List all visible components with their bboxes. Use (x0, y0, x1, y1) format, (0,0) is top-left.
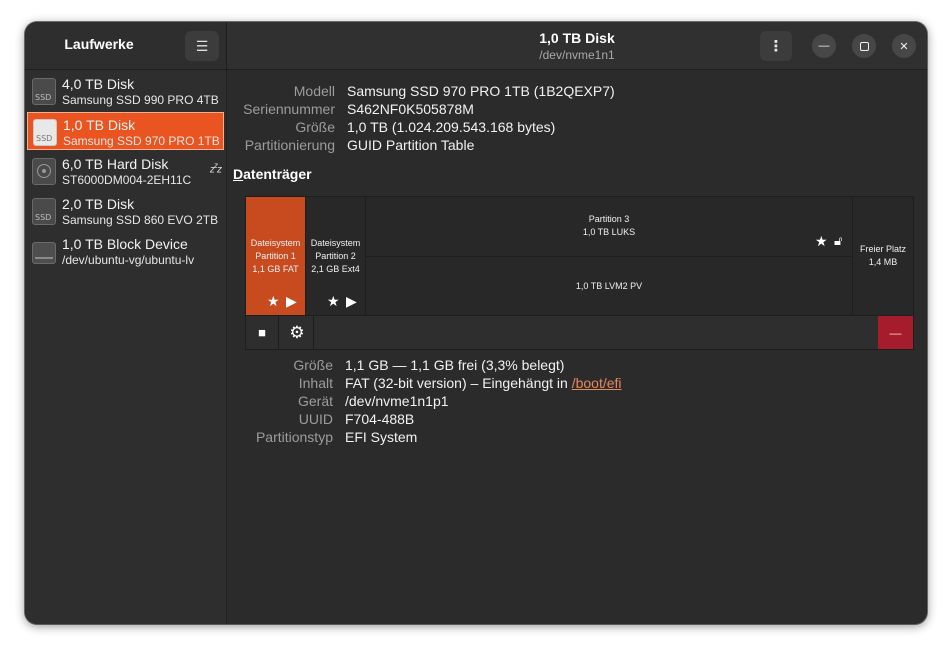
stop-icon: ■ (258, 325, 266, 340)
ssd-icon: SSD (32, 198, 56, 225)
model-value: Samsung SSD 970 PRO 1TB (1B2QEXP7) (347, 83, 615, 99)
disks-window: Laufwerke ☰ 1,0 TB Disk /dev/nvme1n1 ⋮ —… (25, 22, 927, 624)
device-item-4tb-disk[interactable]: SSD 4,0 TB Disk Samsung SSD 990 PRO 4TB (27, 72, 224, 110)
disk-menu-button[interactable]: ⋮ (760, 31, 792, 61)
device-name: 1,0 TB Disk (63, 117, 136, 133)
device-model: ST6000DM004-2EH11C (62, 173, 192, 187)
sleep-icon: zzz (209, 160, 222, 176)
serial-value: S462NF0K505878M (347, 101, 474, 117)
partition-size-value: 1,1 GB — 1,1 GB frei (3,3% belegt) (345, 357, 565, 373)
partition-toolbar: ■ ⚙ — (246, 315, 913, 349)
mount-point-link[interactable]: /boot/efi (572, 375, 622, 391)
device-item-1tb-disk[interactable]: SSD 1,0 TB Disk Samsung SSD 970 PRO 1TB (27, 112, 224, 150)
maximize-icon (859, 41, 869, 51)
minimize-button[interactable]: — (812, 34, 836, 58)
main-menu-button[interactable]: ☰ (185, 31, 219, 61)
lock-icon: 🔓︎ (834, 233, 843, 248)
device-name: 1,0 TB Block Device (62, 236, 188, 252)
volumes-heading: Datenträger (233, 166, 312, 182)
content-value: FAT (32-bit version) – Eingehängt in /bo… (345, 375, 622, 391)
device-model: Samsung SSD 970 PRO 1TB (63, 134, 220, 148)
star-icon: ★ (267, 293, 280, 309)
close-icon: ✕ (899, 40, 909, 53)
unmount-button[interactable]: ■ (246, 316, 279, 349)
device-model: Samsung SSD 860 EVO 2TB (62, 213, 219, 227)
device-name: 4,0 TB Disk (62, 76, 135, 92)
sidebar-header: Laufwerke ☰ (25, 22, 227, 70)
partition-options-button[interactable]: ⚙ (281, 316, 314, 349)
hamburger-icon: ☰ (195, 37, 209, 54)
free-space[interactable]: Freier Platz 1,4 MB (853, 197, 913, 316)
device-name: 2,0 TB Disk (62, 196, 135, 212)
device-model: Samsung SSD 990 PRO 4TB (62, 93, 219, 107)
device-path: /dev/ubuntu-vg/ubuntu-lv (62, 253, 195, 267)
device-item-6tb-hard-disk[interactable]: 6,0 TB Hard Disk ST6000DM004-2EH11C zzz (27, 152, 224, 190)
play-icon: ▶ (346, 293, 357, 309)
maximize-button[interactable] (852, 34, 876, 58)
partitioning-value: GUID Partition Table (347, 137, 475, 153)
kebab-menu-icon: ⋮ (768, 38, 784, 55)
delete-partition-button[interactable]: — (878, 316, 913, 349)
device-item-2tb-disk[interactable]: SSD 2,0 TB Disk Samsung SSD 860 EVO 2TB (27, 192, 224, 230)
close-button[interactable]: ✕ (892, 34, 916, 58)
partition-2[interactable]: Dateisystem Partition 2 2,1 GB Ext4 ★ ▶ (306, 197, 366, 316)
sidebar-title: Laufwerke (64, 36, 134, 52)
partition-type-value: EFI System (345, 429, 418, 445)
block-device-icon (32, 242, 56, 264)
content-header: 1,0 TB Disk /dev/nvme1n1 ⋮ — ✕ (227, 22, 927, 70)
star-icon: ★ (327, 293, 340, 309)
minus-icon: — (889, 325, 902, 340)
partition-map: Dateisystem Partition 1 1,1 GB FAT ★ ▶ D… (245, 196, 914, 350)
play-icon: ▶ (286, 293, 297, 309)
star-icon: ★ (815, 233, 828, 249)
ssd-icon: SSD (32, 78, 56, 105)
device-name: 6,0 TB Hard Disk (62, 156, 169, 172)
device-list: SSD 4,0 TB Disk Samsung SSD 990 PRO 4TB … (25, 70, 227, 624)
size-value: 1,0 TB (1.024.209.543.168 bytes) (347, 119, 556, 135)
device-item-block-device[interactable]: 1,0 TB Block Device /dev/ubuntu-vg/ubunt… (27, 232, 224, 270)
partition-1[interactable]: Dateisystem Partition 1 1,1 GB FAT ★ ▶ (246, 197, 306, 316)
gear-icon: ⚙ (289, 322, 305, 342)
hdd-icon (32, 158, 56, 185)
device-value: /dev/nvme1n1p1 (345, 393, 449, 409)
uuid-value: F704-488B (345, 411, 415, 427)
lvm2-volume[interactable]: 1,0 TB LVM2 PV (366, 257, 853, 316)
minimize-icon: — (818, 40, 830, 52)
ssd-icon: SSD (33, 119, 57, 146)
partition-3[interactable]: Partition 3 1,0 TB LUKS ★ 🔓︎ (366, 197, 853, 257)
